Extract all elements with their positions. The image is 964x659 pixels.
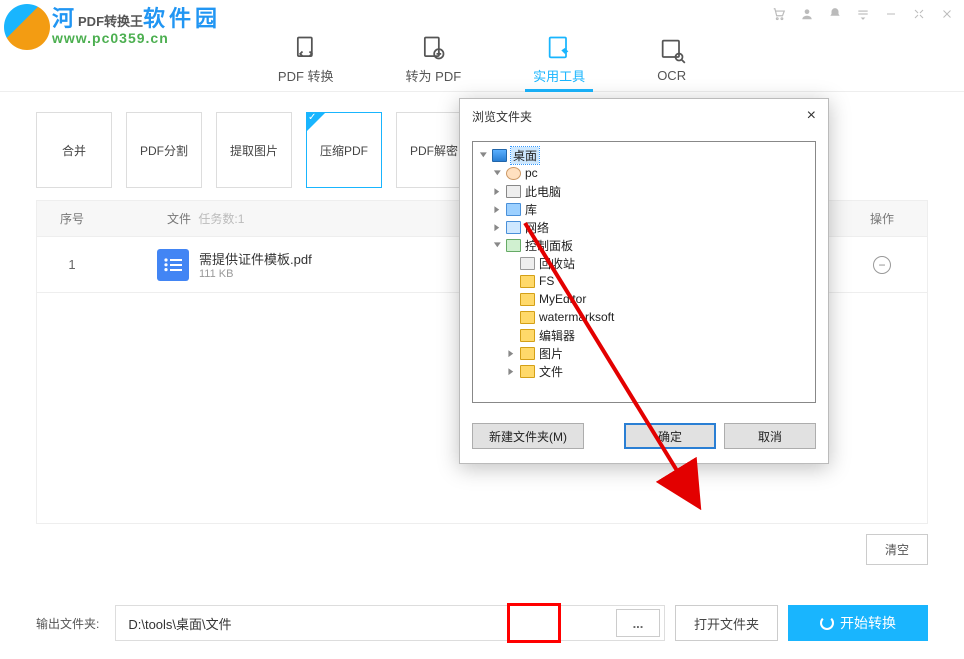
browse-folder-dialog: 浏览文件夹 × ▶桌面▶pc▶此电脑▶库▶网络▶控制面板回收站FSMyEdito… — [459, 98, 829, 464]
close-icon[interactable] — [940, 7, 954, 21]
dialog-title: 浏览文件夹 — [472, 108, 532, 125]
tool-extract-images[interactable]: 提取图片 — [216, 112, 292, 188]
tab-to-pdf[interactable]: 转为 PDF — [398, 28, 470, 91]
tree-item[interactable]: ▶桌面 — [475, 146, 813, 164]
tree-item[interactable]: ▶此电脑 — [475, 182, 813, 200]
tool-split[interactable]: PDF分割 — [126, 112, 202, 188]
tree-item[interactable]: 回收站 — [475, 254, 813, 272]
tab-label: OCR — [657, 68, 686, 83]
open-folder-button[interactable]: 打开文件夹 — [675, 605, 778, 641]
row-index: 1 — [37, 257, 107, 272]
new-folder-button[interactable]: 新建文件夹(M) — [472, 423, 584, 449]
tree-item[interactable]: ▶控制面板 — [475, 236, 813, 254]
tab-label: 实用工具 — [533, 66, 585, 85]
tool-merge[interactable]: 合并 — [36, 112, 112, 188]
cancel-button[interactable]: 取消 — [724, 423, 816, 449]
output-folder-label: 输出文件夹: — [36, 615, 99, 632]
file-icon — [157, 249, 189, 281]
site-watermark: 河PDF转换王软件园 www.pc0359.cn — [4, 4, 221, 50]
cart-icon[interactable] — [772, 7, 786, 21]
tree-item[interactable]: 编辑器 — [475, 326, 813, 344]
minimize-icon[interactable] — [884, 7, 898, 21]
footer-bar: 输出文件夹: ... 打开文件夹 开始转换 — [0, 605, 964, 641]
tree-item[interactable]: ▶文件 — [475, 362, 813, 380]
tab-label: PDF 转换 — [278, 66, 334, 85]
ok-button[interactable]: 确定 — [624, 423, 716, 449]
tool-compress[interactable]: 压缩PDF — [306, 112, 382, 188]
start-convert-button[interactable]: 开始转换 — [788, 605, 928, 641]
browse-button[interactable]: ... — [616, 609, 660, 637]
tree-item[interactable]: ▶网络 — [475, 218, 813, 236]
clear-button[interactable]: 清空 — [866, 534, 928, 565]
refresh-icon — [820, 616, 834, 630]
folder-tree[interactable]: ▶桌面▶pc▶此电脑▶库▶网络▶控制面板回收站FSMyEditorwaterma… — [472, 141, 816, 403]
maximize-icon[interactable] — [912, 7, 926, 21]
menu-dropdown-icon[interactable] — [856, 7, 870, 21]
tree-item[interactable]: ▶库 — [475, 200, 813, 218]
output-path-input[interactable] — [116, 616, 616, 631]
tab-pdf-convert[interactable]: PDF 转换 — [270, 28, 342, 91]
tree-item[interactable]: MyEditor — [475, 290, 813, 308]
tab-ocr[interactable]: OCR — [649, 28, 694, 91]
col-op-header: 操作 — [837, 210, 927, 227]
tree-item[interactable]: FS — [475, 272, 813, 290]
col-index-header: 序号 — [37, 210, 107, 227]
user-icon[interactable] — [800, 7, 814, 21]
file-name: 需提供证件模板.pdf — [199, 249, 312, 268]
output-path-field: ... — [115, 605, 665, 641]
dialog-close-button[interactable]: × — [807, 107, 816, 125]
tree-item[interactable]: ▶图片 — [475, 344, 813, 362]
bell-icon[interactable] — [828, 7, 842, 21]
remove-row-button[interactable]: − — [873, 256, 891, 274]
tab-label: 转为 PDF — [406, 66, 462, 85]
file-size: 111 KB — [199, 268, 312, 280]
tree-item[interactable]: watermarksoft — [475, 308, 813, 326]
tab-tools[interactable]: 实用工具 — [525, 28, 593, 91]
tree-item[interactable]: ▶pc — [475, 164, 813, 182]
site-logo-icon — [4, 4, 50, 50]
